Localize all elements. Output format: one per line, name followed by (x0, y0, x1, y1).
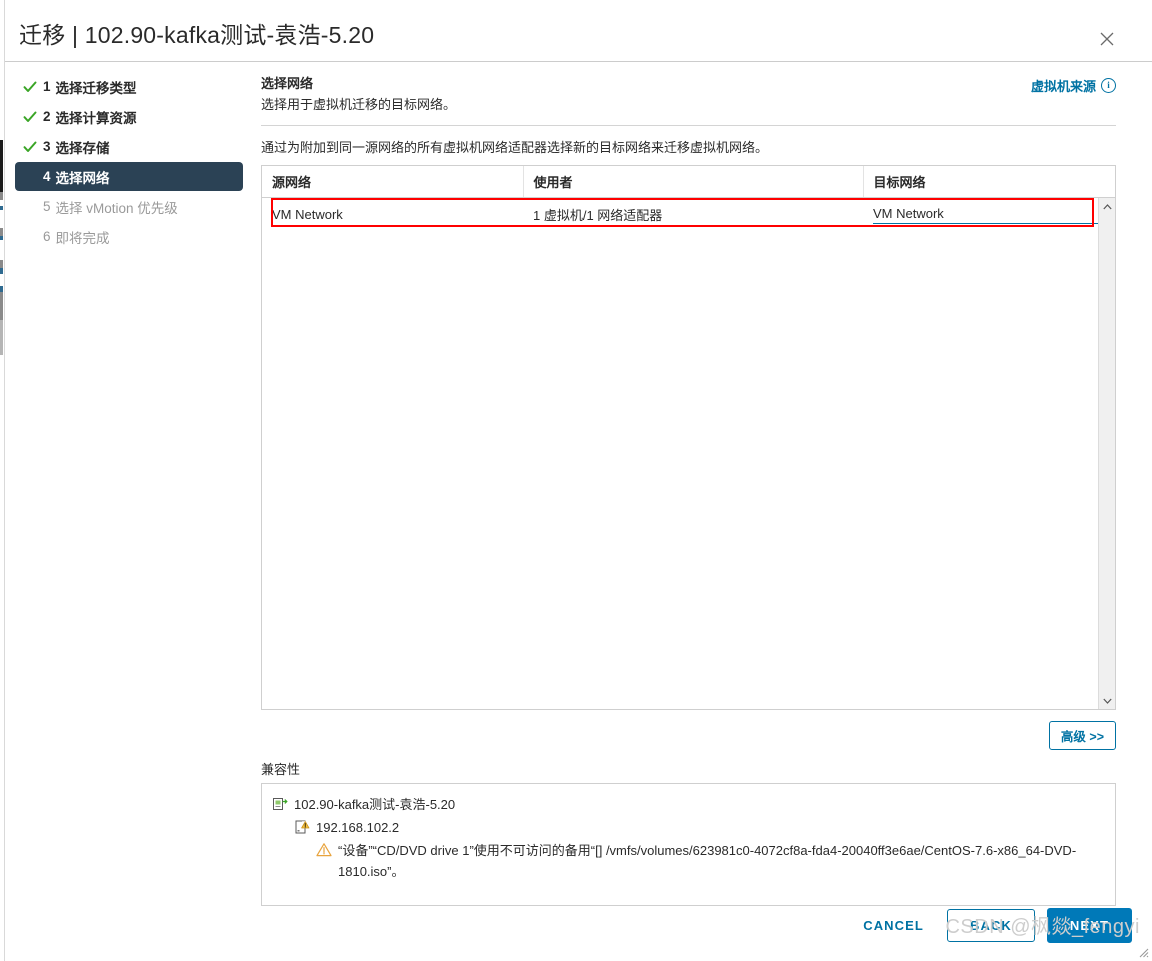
header-divider (261, 125, 1116, 126)
wizard-step-4-number: 4 (43, 169, 51, 184)
wizard-step-6-number: 6 (43, 229, 51, 244)
wizard-step-4-label: 选择网络 (55, 170, 110, 186)
table-scrollbar[interactable] (1098, 198, 1115, 709)
network-table: 源网络 使用者 目标网络 VM Network 1 虚拟机/1 网络适配器 VM… (262, 166, 1115, 231)
table-header-row: 源网络 使用者 目标网络 (262, 166, 1115, 198)
compatibility-vm-name: 102.90-kafka测试-袁浩-5.20 (294, 797, 456, 812)
cancel-button[interactable]: CANCEL (852, 909, 935, 942)
info-icon[interactable]: i (1101, 78, 1116, 93)
check-icon (23, 140, 37, 154)
virtual-machine-icon (272, 796, 288, 812)
wizard-step-5-number: 5 (43, 199, 51, 214)
cell-destination-network: VM Network (863, 198, 1115, 232)
table-row[interactable]: VM Network 1 虚拟机/1 网络适配器 VM Network (262, 198, 1115, 232)
pane-header: 选择网络 选择用于虚拟机迁移的目标网络。 虚拟机来源 i (253, 62, 1152, 115)
migrate-wizard-dialog: 迁移 | 102.90-kafka测试-袁浩-5.20 1 选择迁移类型 2 选… (4, 0, 1152, 961)
compatibility-host-line: 192.168.102.2 (294, 817, 1105, 838)
dialog-titlebar: 迁移 | 102.90-kafka测试-袁浩-5.20 (5, 0, 1152, 62)
compatibility-label: 兼容性 (261, 762, 301, 777)
instruction-text: 通过为附加到同一源网络的所有虚拟机网络适配器选择新的目标网络来迁移虚拟机网络。 (261, 140, 769, 155)
advanced-row: 高级 >> (261, 721, 1116, 750)
advanced-button[interactable]: 高级 >> (1048, 721, 1116, 750)
cell-used-by: 1 虚拟机/1 网络适配器 (533, 208, 663, 223)
compatibility-warning-line: “设备”“CD/DVD drive 1”使用不可访问的备用“[] /vmfs/v… (316, 840, 1105, 882)
wizard-step-3-label: 选择存储 (55, 140, 110, 156)
column-header-used-by[interactable]: 使用者 (523, 166, 864, 198)
vm-source-link-label: 虚拟机来源 (1030, 79, 1096, 94)
check-icon (23, 80, 37, 94)
network-table-container: 源网络 使用者 目标网络 VM Network 1 虚拟机/1 网络适配器 VM… (261, 165, 1116, 710)
wizard-step-6[interactable]: 6 即将完成 (15, 222, 243, 251)
wizard-step-2-label: 选择计算资源 (55, 110, 137, 126)
wizard-step-2[interactable]: 2 选择计算资源 (15, 102, 243, 131)
wizard-step-1[interactable]: 1 选择迁移类型 (15, 72, 243, 101)
destination-network-select[interactable]: VM Network (873, 206, 1111, 224)
next-button[interactable]: NEXT (1046, 908, 1132, 943)
wizard-step-5[interactable]: 5 选择 vMotion 优先级 (15, 192, 243, 221)
dialog-title: 迁移 | 102.90-kafka测试-袁浩-5.20 (19, 22, 375, 48)
destination-network-value: VM Network (873, 205, 944, 221)
compatibility-host-name: 192.168.102.2 (316, 820, 400, 835)
dialog-footer: CANCEL BACK NEXT (5, 900, 1152, 961)
compatibility-box: 102.90-kafka测试-袁浩-5.20 192.168.102.2 “设备… (261, 783, 1116, 906)
column-header-source-network[interactable]: 源网络 (262, 166, 524, 198)
check-icon (23, 110, 37, 124)
column-header-destination-network[interactable]: 目标网络 (863, 166, 1115, 198)
wizard-step-5-label: 选择 vMotion 优先级 (55, 200, 178, 216)
footer-buttons: CANCEL BACK NEXT (852, 908, 1132, 943)
dialog-body: 1 选择迁移类型 2 选择计算资源 3 选择存储 4 选择网络 5 选择 vMo… (5, 62, 1152, 906)
wizard-step-6-label: 即将完成 (55, 230, 110, 246)
resize-grip[interactable] (1135, 944, 1149, 958)
warning-triangle-icon (316, 842, 332, 858)
host-warning-icon (294, 819, 310, 835)
main-pane: 选择网络 选择用于虚拟机迁移的目标网络。 虚拟机来源 i 通过为附加到同一源网络… (253, 62, 1152, 906)
pane-title: 选择网络 (261, 76, 314, 91)
wizard-steps: 1 选择迁移类型 2 选择计算资源 3 选择存储 4 选择网络 5 选择 vMo… (5, 62, 253, 252)
close-icon[interactable] (1096, 28, 1118, 50)
scroll-down-icon[interactable] (1099, 692, 1115, 709)
cell-source-network: VM Network (272, 207, 343, 222)
wizard-step-1-number: 1 (43, 79, 51, 94)
pane-subtitle: 选择用于虚拟机迁移的目标网络。 (261, 97, 457, 112)
compatibility-vm-line: 102.90-kafka测试-袁浩-5.20 (272, 794, 1105, 815)
background-edge-strip (0, 140, 3, 355)
compatibility-warning-text: “设备”“CD/DVD drive 1”使用不可访问的备用“[] /vmfs/v… (338, 843, 1077, 879)
back-button[interactable]: BACK (946, 909, 1035, 942)
vm-source-link[interactable]: 虚拟机来源 i (1031, 76, 1116, 95)
wizard-step-1-label: 选择迁移类型 (55, 80, 137, 96)
wizard-step-3-number: 3 (43, 139, 51, 154)
wizard-step-2-number: 2 (43, 109, 51, 124)
wizard-step-4[interactable]: 4 选择网络 (15, 162, 243, 191)
wizard-step-3[interactable]: 3 选择存储 (15, 132, 243, 161)
scroll-up-icon[interactable] (1099, 198, 1115, 215)
